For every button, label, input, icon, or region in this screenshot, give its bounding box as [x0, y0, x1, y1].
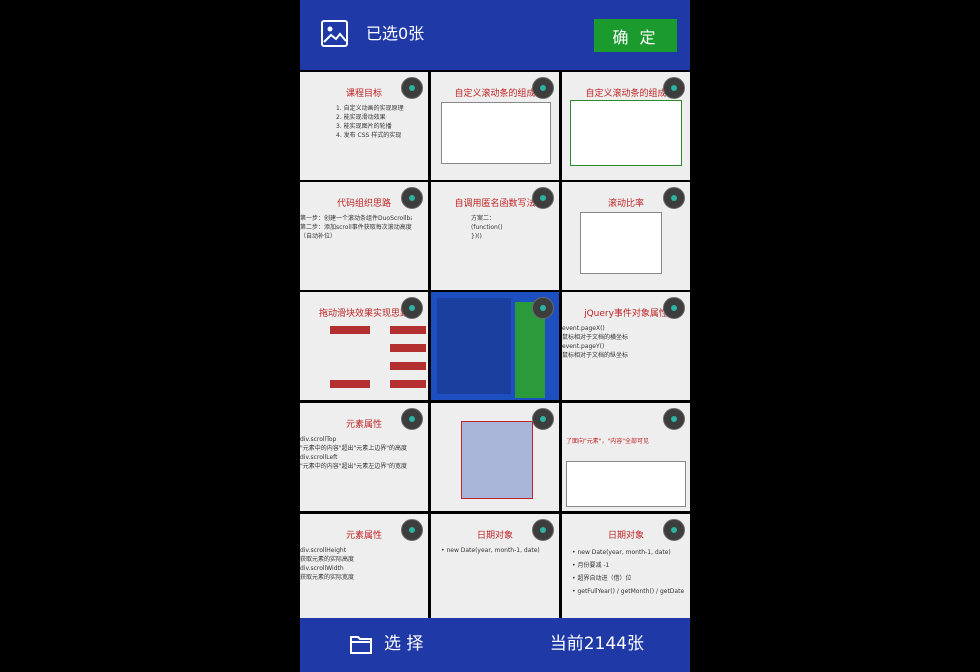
slide-text: 第一步：创建一个滚动条组件DuoScrollbar 第二步：添加scroll事件…	[300, 215, 412, 240]
slide-text: 方案二： (function() })()	[471, 215, 503, 240]
slide-text: • new Date(year, month-1, date) • 月份要减 -…	[572, 549, 684, 595]
photo-cell[interactable]: jQuery事件对象属性 event.pageX() 鼠标相对于文档的横坐标 e…	[562, 292, 690, 400]
confirm-button[interactable]: 确 定	[594, 19, 677, 52]
photo-cell[interactable]: 日期对象 • new Date(year, month-1, date)	[431, 514, 559, 622]
select-circle-icon[interactable]	[663, 297, 685, 319]
select-circle-icon[interactable]	[663, 77, 685, 99]
select-album-button[interactable]: 选 择	[384, 632, 423, 656]
diagram-box	[330, 326, 370, 334]
photo-cell[interactable]: 元素属性 div.scrollHeight 获取元素的实际高度 div.scro…	[300, 514, 428, 622]
slide-text: div.scrollHeight 获取元素的实际高度 div.scrollWid…	[300, 547, 355, 581]
select-circle-icon[interactable]	[663, 187, 685, 209]
slide-text: event.pageX() 鼠标相对于文档的横坐标 event.pageY() …	[562, 325, 629, 359]
select-circle-icon[interactable]	[532, 408, 554, 430]
select-circle-icon[interactable]	[401, 187, 423, 209]
selected-count: 已选0张	[366, 24, 425, 43]
image-icon	[321, 20, 348, 47]
photo-grid: 课程目标 1. 自定义动画的实现原理 2. 能实现滑动效果 3. 能实现图片的轮…	[300, 70, 690, 622]
photo-cell[interactable]	[431, 403, 559, 511]
thumbnail-content	[580, 212, 662, 274]
select-circle-icon[interactable]	[532, 297, 554, 319]
code-panel	[437, 298, 511, 394]
thumbnail-table	[566, 461, 686, 507]
diagram-box	[390, 344, 426, 352]
phone-screen: 已选0张 确 定 课程目标 1. 自定义动画的实现原理 2. 能实现滑动效果 3…	[300, 0, 690, 672]
select-circle-icon[interactable]	[401, 77, 423, 99]
select-circle-icon[interactable]	[532, 519, 554, 541]
select-circle-icon[interactable]	[663, 519, 685, 541]
photo-cell[interactable]: 拖动滑块效果实现思路	[300, 292, 428, 400]
photo-cell[interactable]: 自调用匿名函数写法 方案二： (function() })()	[431, 182, 559, 290]
current-count: 当前2144张	[549, 634, 644, 654]
select-circle-icon[interactable]	[663, 408, 685, 430]
diagram-box	[390, 362, 426, 370]
diagram-box	[330, 380, 370, 388]
select-circle-icon[interactable]	[532, 77, 554, 99]
select-circle-icon[interactable]	[532, 187, 554, 209]
bottom-bar: 选 择 当前2144张	[300, 618, 690, 672]
photo-cell[interactable]: 代码组织思路 第一步：创建一个滚动条组件DuoScrollbar 第二步：添加s…	[300, 182, 428, 290]
photo-cell[interactable]	[431, 292, 559, 400]
slide-text: 1. 自定义动画的实现原理 2. 能实现滑动效果 3. 能实现图片的轮播 4. …	[336, 105, 404, 139]
folder-icon[interactable]	[350, 634, 372, 654]
thumbnail-content	[461, 421, 533, 499]
photo-cell[interactable]: 课程目标 1. 自定义动画的实现原理 2. 能实现滑动效果 3. 能实现图片的轮…	[300, 72, 428, 180]
select-circle-icon[interactable]	[401, 297, 423, 319]
thumbnail-content	[570, 100, 682, 166]
slide-text: • new Date(year, month-1, date)	[441, 547, 540, 554]
photo-cell[interactable]: 了面向"元素"，"内容"全部可见	[562, 403, 690, 511]
top-bar: 已选0张 确 定	[300, 0, 690, 70]
photo-cell[interactable]: 日期对象 • new Date(year, month-1, date) • 月…	[562, 514, 690, 622]
select-circle-icon[interactable]	[401, 408, 423, 430]
select-circle-icon[interactable]	[401, 519, 423, 541]
thumbnail-content	[441, 102, 551, 164]
photo-cell[interactable]: 滚动比率	[562, 182, 690, 290]
diagram-box	[390, 380, 426, 388]
slide-text: 了面向"元素"，"内容"全部可见	[566, 438, 650, 445]
photo-cell[interactable]: 自定义滚动条的组成	[562, 72, 690, 180]
photo-cell[interactable]: 自定义滚动条的组成	[431, 72, 559, 180]
slide-text: div.scrollTop "元素中的内容"超出"元素上边界"的高度 div.s…	[300, 436, 408, 470]
photo-cell[interactable]: 元素属性 div.scrollTop "元素中的内容"超出"元素上边界"的高度 …	[300, 403, 428, 511]
diagram-box	[390, 326, 426, 334]
